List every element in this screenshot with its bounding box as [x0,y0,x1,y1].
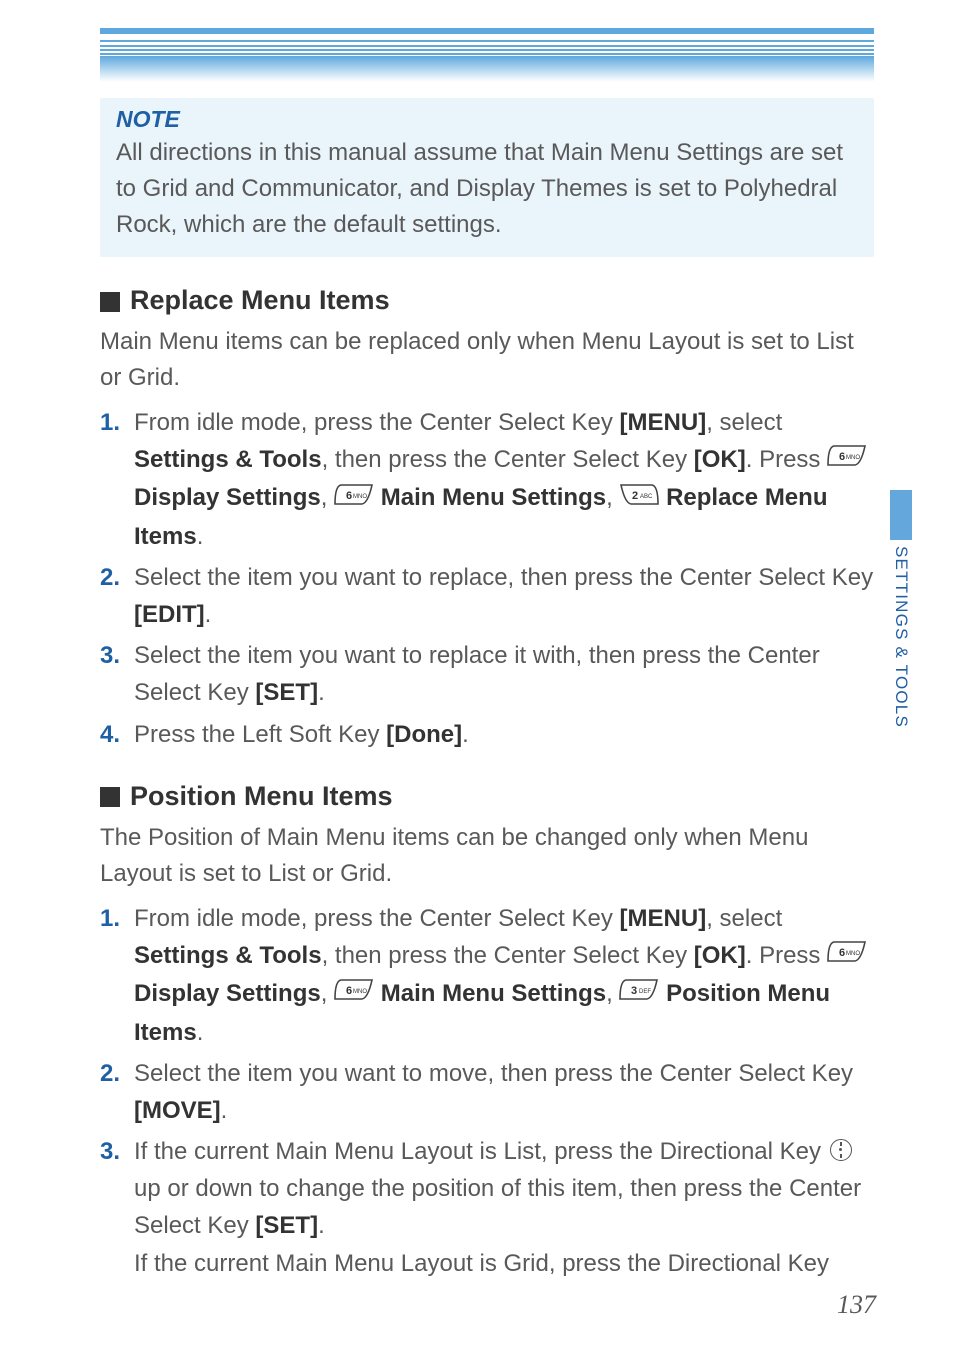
section-title-replace: Replace Menu Items [100,285,874,316]
svg-text:MNO: MNO [846,951,860,957]
side-tab-label: SETTINGS & TOOLS [891,546,911,728]
svg-text:6: 6 [346,985,352,997]
section-intro-position: The Position of Main Menu items can be c… [100,820,874,892]
keypad-6-icon: 6MNO [334,479,374,516]
svg-text:DEF: DEF [639,989,651,995]
svg-text:MNO: MNO [846,455,860,461]
side-tab-marker [890,490,912,540]
directional-key-icon [830,1139,852,1161]
section-title-text: Replace Menu Items [130,285,390,316]
keypad-6-icon: 6MNO [334,974,374,1011]
side-tab: SETTINGS & TOOLS [890,490,912,728]
svg-text:ABC: ABC [640,494,653,500]
step-item: From idle mode, press the Center Select … [100,404,874,555]
step-item: Select the item you want to replace, the… [100,559,874,633]
step-item: Select the item you want to replace it w… [100,637,874,711]
note-title: NOTE [116,106,858,133]
svg-text:3: 3 [631,985,637,997]
keypad-6-icon: 6MNO [827,936,867,973]
bullet-square-icon [100,292,120,312]
svg-text:6: 6 [346,490,352,502]
svg-text:MNO: MNO [353,989,367,995]
svg-text:2: 2 [632,490,638,502]
keypad-6-icon: 6MNO [827,440,867,477]
svg-text:6: 6 [839,947,845,959]
svg-text:6: 6 [839,451,845,463]
steps-replace: From idle mode, press the Center Select … [100,404,874,753]
keypad-2-icon: 2ABC [619,479,659,516]
section-title-position: Position Menu Items [100,781,874,812]
header-decorative-bars [100,28,874,82]
step-item: Select the item you want to move, then p… [100,1055,874,1129]
bullet-square-icon [100,787,120,807]
step-item: Press the Left Soft Key [Done]. [100,716,874,753]
steps-position: From idle mode, press the Center Select … [100,900,874,1282]
step-item: If the current Main Menu Layout is List,… [100,1133,874,1282]
page-number: 137 [837,1290,876,1320]
svg-text:MNO: MNO [353,494,367,500]
step-item: From idle mode, press the Center Select … [100,900,874,1051]
keypad-3-icon: 3DEF [619,974,659,1011]
note-body: All directions in this manual assume tha… [116,135,858,243]
note-box: NOTE All directions in this manual assum… [100,98,874,257]
manual-page: NOTE All directions in this manual assum… [0,0,954,1358]
section-intro-replace: Main Menu items can be replaced only whe… [100,324,874,396]
section-title-text: Position Menu Items [130,781,393,812]
